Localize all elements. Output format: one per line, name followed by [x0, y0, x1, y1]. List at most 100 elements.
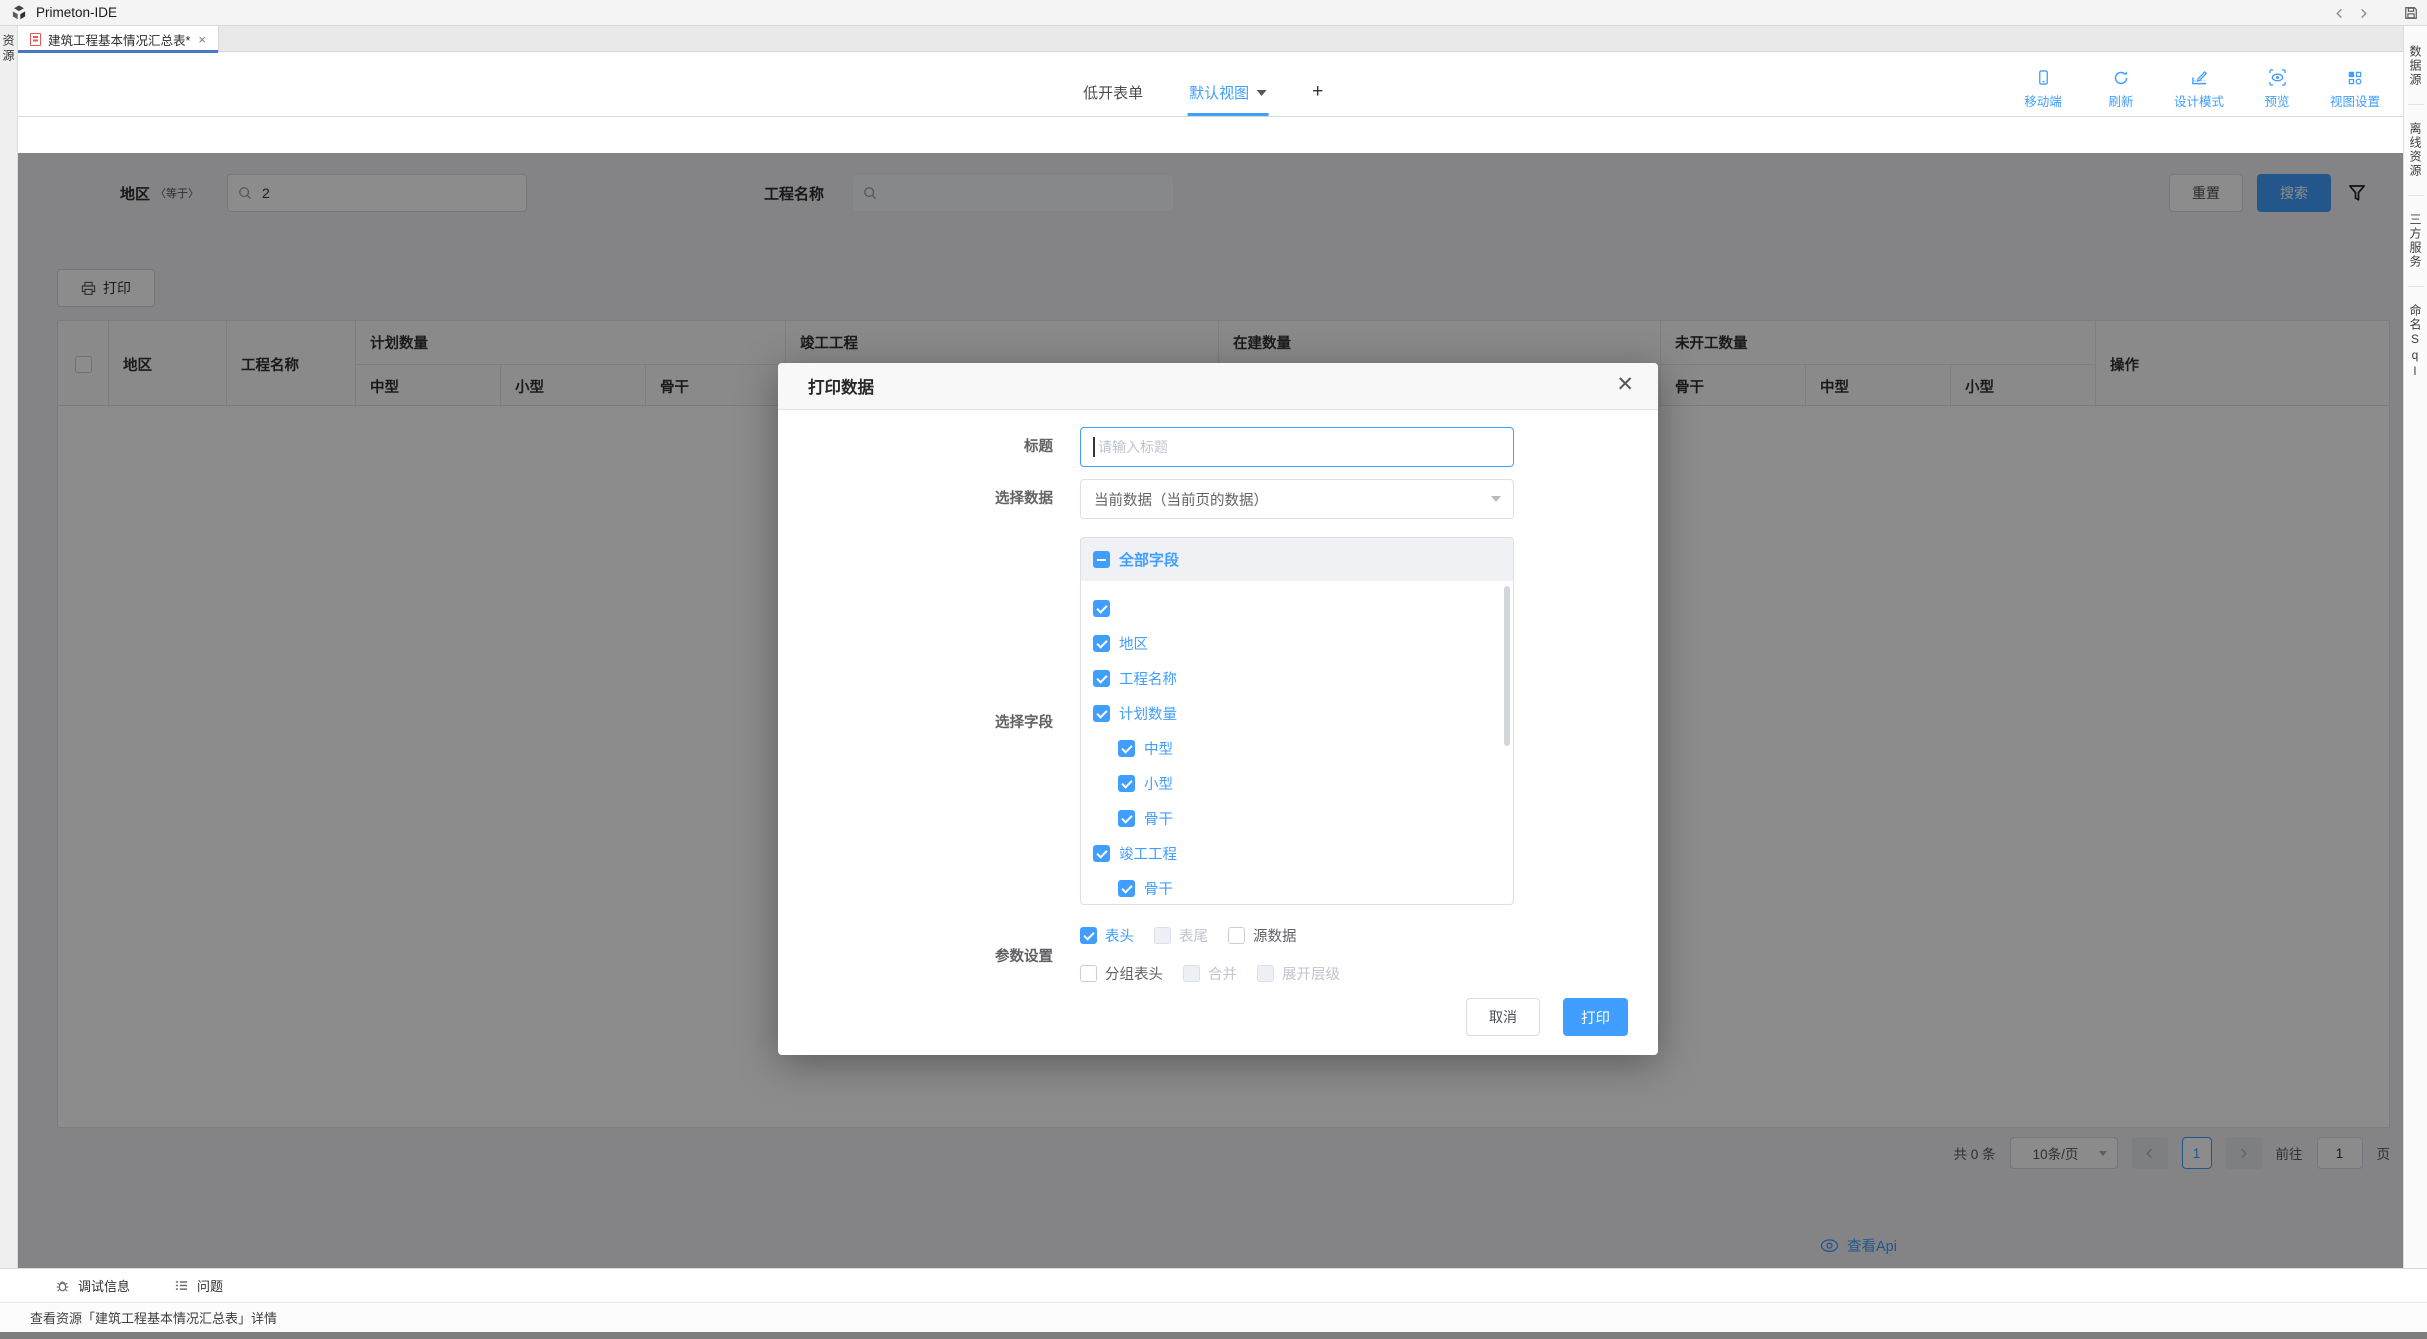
param-label: 分组表头 [1105, 963, 1163, 984]
right-rail-item-datasource[interactable]: 数据源 [2407, 36, 2424, 96]
field-tree-item-project[interactable]: 工程名称 [1081, 661, 1513, 696]
param-label: 合并 [1208, 963, 1237, 984]
field-tree-item-region[interactable]: 地区 [1081, 626, 1513, 661]
field-tree-item-completed-backbone[interactable]: 骨干 [1081, 871, 1513, 905]
checkbox-icon[interactable] [1118, 810, 1135, 827]
add-view-button[interactable]: + [1310, 81, 1325, 116]
param-table-footer: 表尾 [1154, 925, 1208, 946]
problems-label: 问题 [197, 1276, 223, 1295]
right-rail-item-named-sql[interactable]: 命名Sql [2407, 295, 2424, 389]
checkbox-icon[interactable] [1228, 927, 1245, 944]
checkbox-icon[interactable] [1080, 965, 1097, 982]
field-label: 工程名称 [1119, 668, 1177, 689]
all-fields-row[interactable]: 全部字段 [1081, 538, 1513, 581]
close-icon[interactable]: × [198, 33, 206, 46]
tab-title: 建筑工程基本情况汇总表* [48, 30, 190, 49]
confirm-print-button[interactable]: 打印 [1563, 998, 1628, 1036]
view-settings-button[interactable]: 视图设置 [2329, 68, 2381, 110]
all-fields-label: 全部字段 [1119, 549, 1179, 570]
fields-label: 选择字段 [778, 711, 1053, 732]
scrollbar-thumb[interactable] [1504, 586, 1510, 746]
chevron-down-icon [1256, 90, 1266, 101]
checkbox-icon [1257, 965, 1274, 982]
checkbox-icon[interactable] [1093, 635, 1110, 652]
tab-low-code-form[interactable]: 低开表单 [1081, 82, 1145, 116]
param-table-header[interactable]: 表头 [1080, 925, 1134, 946]
param-label: 源数据 [1253, 925, 1297, 946]
field-tree-item-planned-small[interactable]: 小型 [1081, 766, 1513, 801]
checkbox-icon[interactable] [1093, 845, 1110, 862]
window-title: Primeton-IDE [36, 5, 117, 20]
chevron-down-icon [1491, 496, 1501, 507]
problems-tab[interactable]: 问题 [174, 1276, 223, 1295]
field-label: 计划数量 [1119, 703, 1177, 724]
param-label: 表尾 [1179, 925, 1208, 946]
field-tree-item-completed[interactable]: 竣工工程 [1081, 836, 1513, 871]
cancel-button[interactable]: 取消 [1466, 998, 1540, 1036]
refresh-icon [2113, 68, 2129, 87]
toolbar-actions: 移动端 刷新 设计模式 预览 视图设置 [2017, 68, 2381, 110]
design-mode-button-label: 设计模式 [2174, 91, 2224, 110]
document-icon [30, 33, 41, 46]
data-select-label: 选择数据 [778, 479, 1053, 519]
title-field-row: 标题 [778, 427, 1658, 467]
field-tree-item-planned-medium[interactable]: 中型 [1081, 731, 1513, 766]
param-source-data[interactable]: 源数据 [1228, 925, 1297, 946]
title-input[interactable] [1080, 427, 1514, 467]
field-tree-item-planned[interactable]: 计划数量 [1081, 696, 1513, 731]
debug-icon [55, 1278, 70, 1293]
checkbox-icon[interactable] [1118, 880, 1135, 897]
field-label: 骨干 [1144, 808, 1173, 829]
all-fields-checkbox[interactable] [1093, 551, 1110, 568]
refresh-button[interactable]: 刷新 [2095, 68, 2147, 110]
dialog-header: 打印数据 ✕ [778, 363, 1658, 410]
left-rail: 资源 [0, 26, 18, 1268]
param-label: 表头 [1105, 925, 1134, 946]
mobile-button-label: 移动端 [2024, 91, 2062, 110]
design-mode-button[interactable]: 设计模式 [2173, 68, 2225, 110]
content-top-strip [18, 117, 2403, 153]
chevron-right-icon[interactable] [2351, 1, 2375, 25]
right-rail-item-offline-resources[interactable]: 离线资源 [2407, 113, 2424, 187]
tab-default-view-label: 默认视图 [1189, 82, 1249, 103]
divider [2408, 286, 2424, 287]
right-rail: 数据源 离线资源 三方服务 命名Sql [2403, 26, 2427, 1268]
tab-default-view[interactable]: 默认视图 [1187, 82, 1268, 116]
field-tree-item[interactable] [1081, 591, 1513, 626]
preview-button[interactable]: 预览 [2251, 68, 2303, 110]
chevron-left-icon[interactable] [2327, 1, 2351, 25]
mobile-button[interactable]: 移动端 [2017, 68, 2069, 110]
tab-summary-report[interactable]: 建筑工程基本情况汇总表* × [18, 26, 219, 52]
preview-button-label: 预览 [2264, 91, 2289, 110]
fields-row: 选择字段 全部字段 地区 工程名称 计划数量 中型 小型 骨干 [778, 537, 1658, 905]
right-rail-item-third-party-services[interactable]: 三方服务 [2407, 204, 2424, 278]
title-field-label: 标题 [778, 427, 1053, 467]
close-icon[interactable]: ✕ [1616, 374, 1634, 395]
param-group-header[interactable]: 分组表头 [1080, 963, 1163, 984]
mobile-icon [2036, 68, 2051, 87]
save-icon[interactable] [2399, 1, 2423, 25]
checkbox-icon[interactable] [1093, 670, 1110, 687]
left-rail-resources-tab[interactable]: 资源 [0, 34, 17, 64]
field-tree-item-planned-backbone[interactable]: 骨干 [1081, 801, 1513, 836]
field-label: 竣工工程 [1119, 843, 1177, 864]
checkbox-icon[interactable] [1093, 600, 1110, 617]
param-label: 展开层级 [1282, 963, 1340, 984]
checkbox-icon[interactable] [1093, 705, 1110, 722]
bottom-strip [0, 1332, 2427, 1339]
field-label: 中型 [1144, 738, 1173, 759]
divider [2408, 104, 2424, 105]
view-toolbar: 低开表单 默认视图 + 移动端 刷新 设计模式 预览 [18, 52, 2403, 117]
text-cursor [1093, 437, 1095, 457]
checkbox-icon[interactable] [1118, 740, 1135, 757]
params-row: 参数设置 表头 表尾 源数据 分组表头 合并 展开层级 [778, 919, 1658, 995]
bottom-panel-bar: 调试信息 问题 [0, 1268, 2427, 1302]
data-select[interactable]: 当前数据（当前页的数据） [1080, 479, 1514, 519]
checkbox-icon [1183, 965, 1200, 982]
checkbox-icon[interactable] [1118, 775, 1135, 792]
debug-info-tab[interactable]: 调试信息 [55, 1276, 130, 1295]
field-tree: 全部字段 地区 工程名称 计划数量 中型 小型 骨干 竣工工程 骨干 [1080, 537, 1514, 905]
params-label: 参数设置 [778, 919, 1053, 995]
app-logo-icon [10, 4, 28, 22]
checkbox-icon[interactable] [1080, 927, 1097, 944]
